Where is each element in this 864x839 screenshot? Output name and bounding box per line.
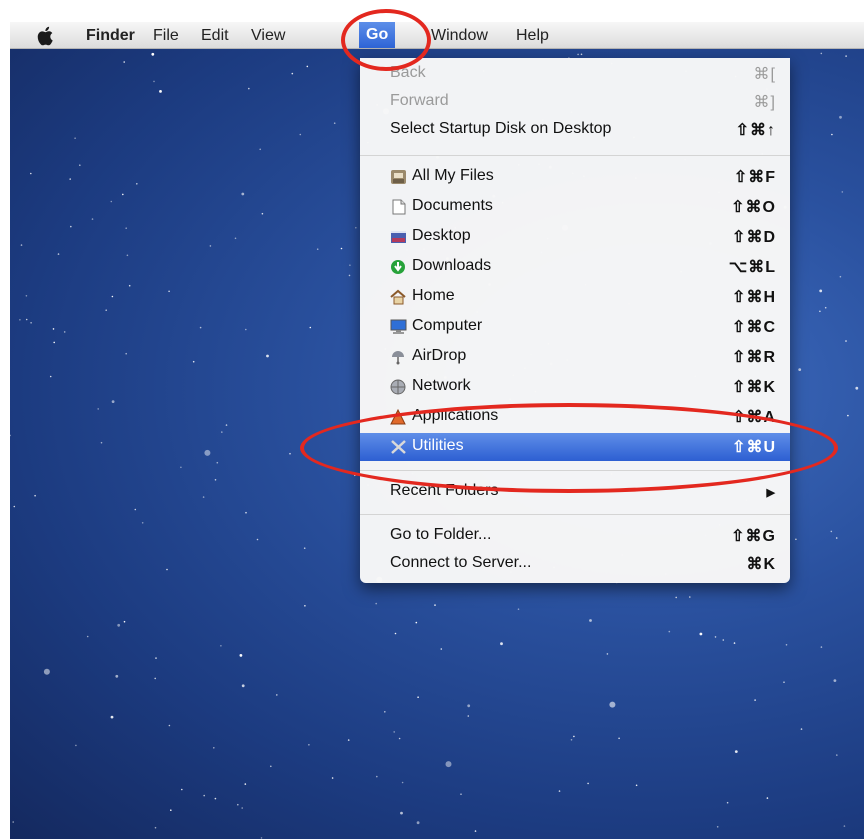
menu-item-forward-label: Forward xyxy=(390,92,449,109)
menu-item-home[interactable]: Home ⇧⌘H xyxy=(360,283,790,311)
menu-item-shortcut: ⇧⌘K xyxy=(732,379,776,396)
menu-item-shortcut: ⇧⌘D xyxy=(732,229,776,246)
menu-item-go-to-folder-label: Go to Folder... xyxy=(390,526,492,543)
menu-item-shortcut: ⇧⌘O xyxy=(731,199,776,216)
menu-file[interactable]: File xyxy=(153,26,179,46)
menu-item-documents[interactable]: Documents ⇧⌘O xyxy=(360,193,790,221)
all-my-files-icon xyxy=(390,169,407,185)
menu-item-select-startup-disk[interactable]: Select Startup Disk on Desktop ⇧⌘↑ xyxy=(360,116,790,144)
menu-item-shortcut: ⇧⌘C xyxy=(732,319,776,336)
menu-item-shortcut: ⇧⌘R xyxy=(732,349,776,366)
menu-item-shortcut: ⌥⌘L xyxy=(728,259,776,276)
menu-item-computer[interactable]: Computer ⇧⌘C xyxy=(360,313,790,341)
submenu-arrow-icon: ▶ xyxy=(766,487,776,499)
menu-item-shortcut: ⇧⌘F xyxy=(733,169,776,186)
menu-separator xyxy=(360,514,790,515)
menu-item-label: All My Files xyxy=(412,167,494,184)
menu-item-connect-server-shortcut: ⌘K xyxy=(746,556,776,573)
menu-item-label: Computer xyxy=(412,317,483,334)
menu-item-shortcut: ⇧⌘H xyxy=(732,289,776,306)
menu-finder[interactable]: Finder xyxy=(86,26,135,46)
menu-view[interactable]: View xyxy=(251,26,308,46)
menu-item-connect-server-label: Connect to Server... xyxy=(390,554,532,571)
menu-item-connect-to-server[interactable]: Connect to Server... ⌘K xyxy=(360,550,790,578)
menu-item-all-my-files[interactable]: All My Files ⇧⌘F xyxy=(360,163,790,191)
menu-item-back-shortcut: ⌘[ xyxy=(753,66,776,83)
network-icon xyxy=(390,379,407,395)
go-menu-dropdown: Back ⌘[ Forward ⌘] Select Startup Disk o… xyxy=(360,58,790,583)
downloads-icon xyxy=(390,259,407,275)
menu-item-startup-label: Select Startup Disk on Desktop xyxy=(390,120,612,137)
menu-help[interactable]: Help xyxy=(516,26,549,46)
menu-item-back[interactable]: Back ⌘[ xyxy=(360,60,790,88)
menu-item-label: Desktop xyxy=(412,227,471,244)
menu-item-label: AirDrop xyxy=(412,347,467,364)
menu-item-label: Network xyxy=(412,377,471,394)
menu-item-network[interactable]: Network ⇧⌘K xyxy=(360,373,790,401)
annotation-circle-utilities xyxy=(300,403,838,493)
menu-item-forward[interactable]: Forward ⌘] xyxy=(360,88,790,116)
menu-window[interactable]: Window xyxy=(431,26,488,46)
menu-item-label: Downloads xyxy=(412,257,492,274)
menu-item-label: Documents xyxy=(412,197,493,214)
menu-item-go-to-folder-shortcut: ⇧⌘G xyxy=(731,528,776,545)
menu-separator xyxy=(360,155,790,156)
menu-item-desktop[interactable]: Desktop ⇧⌘D xyxy=(360,223,790,251)
menu-bar: Finder File Edit View Go Window Help xyxy=(10,22,864,49)
menu-item-airdrop[interactable]: AirDrop ⇧⌘R xyxy=(360,343,790,371)
apple-icon[interactable] xyxy=(37,26,55,51)
menu-edit[interactable]: Edit xyxy=(201,26,229,46)
menu-item-go-to-folder[interactable]: Go to Folder... ⇧⌘G xyxy=(360,522,790,550)
documents-icon xyxy=(390,199,407,215)
menu-item-downloads[interactable]: Downloads ⌥⌘L xyxy=(360,253,790,281)
menu-item-forward-shortcut: ⌘] xyxy=(753,94,776,111)
computer-icon xyxy=(390,319,407,335)
desktop-icon xyxy=(390,229,407,245)
home-icon xyxy=(390,289,407,305)
airdrop-icon xyxy=(390,349,407,365)
menu-item-startup-shortcut: ⇧⌘↑ xyxy=(735,122,776,139)
annotation-circle-go-menu xyxy=(341,9,431,71)
menu-item-label: Home xyxy=(412,287,455,304)
